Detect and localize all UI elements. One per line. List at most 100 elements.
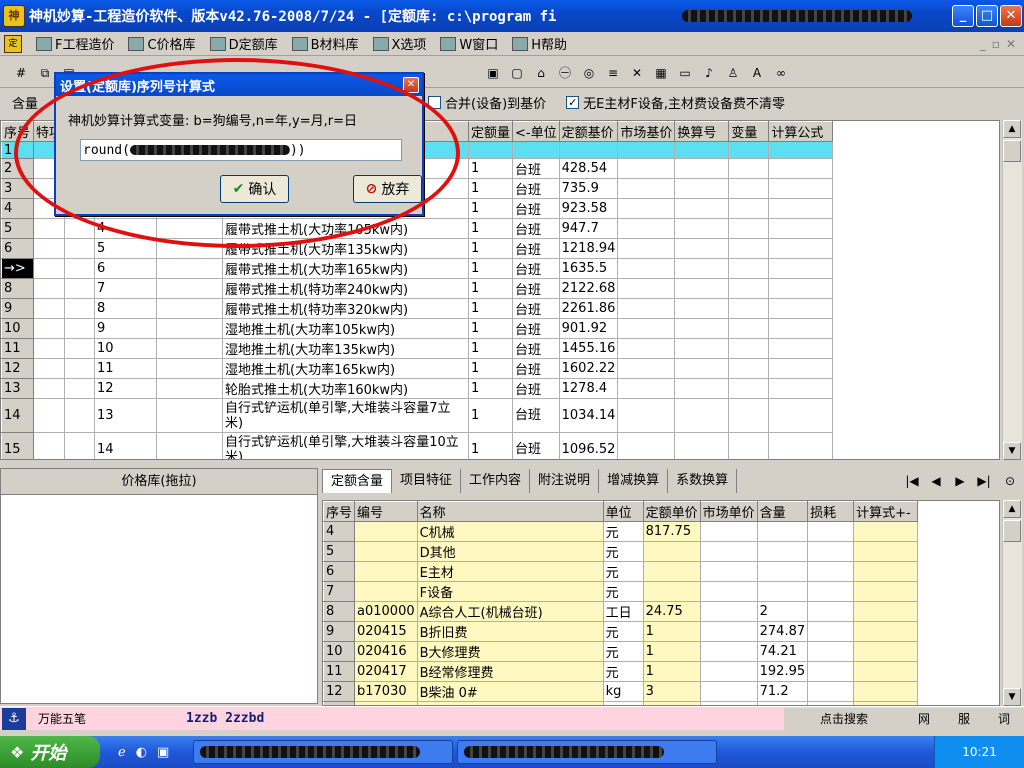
cell-loss[interactable] (807, 661, 855, 682)
cell-base[interactable]: 735.9 (558, 178, 619, 199)
cell[interactable] (768, 358, 834, 379)
cell[interactable] (32, 318, 66, 339)
cell-qty[interactable]: 1 (468, 318, 514, 339)
cell[interactable] (728, 432, 770, 459)
home-icon[interactable]: ⌂ (530, 61, 552, 84)
cell-loss[interactable] (807, 561, 855, 582)
row-header[interactable]: 4 (323, 521, 356, 542)
open-icon[interactable]: ▢ (506, 61, 528, 84)
menu-item-5[interactable]: W窗口 (440, 34, 498, 53)
cell-price[interactable]: 1 (642, 621, 701, 642)
row-header[interactable]: 11 (323, 661, 356, 682)
cell[interactable] (617, 158, 676, 179)
cell-base[interactable]: 901.92 (558, 318, 619, 339)
cell[interactable] (768, 198, 834, 219)
monitor-icon[interactable]: ▭ (674, 61, 696, 84)
dialog-close-icon[interactable]: ✕ (403, 77, 419, 93)
table-row[interactable]: 8 7 履带式推土机(特功率240kw内) 1 台班 2122.68 (1, 278, 834, 299)
cell[interactable] (32, 298, 66, 319)
cell-qty[interactable] (468, 141, 514, 159)
scroll-up-icon[interactable]: ▲ (1003, 120, 1021, 138)
quota-content-grid[interactable]: 序号 编号 名称 单位 定额单价 市场单价 含量 损耗 计算式+- 4 C机械元 817.75 5 D其… (322, 500, 1000, 706)
row-header[interactable]: 5 (1, 218, 34, 239)
cell[interactable]: 14 (94, 432, 158, 459)
cell-unit[interactable]: 元 (602, 621, 644, 642)
cell[interactable] (156, 398, 224, 433)
cell-name[interactable]: B大修理费 (416, 641, 604, 662)
status-net[interactable]: 网 (918, 708, 930, 730)
cell[interactable] (64, 358, 96, 379)
tab-0[interactable]: 定额含量 (322, 469, 393, 493)
cell-code[interactable] (354, 541, 418, 562)
cell[interactable] (32, 398, 66, 433)
cell[interactable] (617, 432, 676, 459)
table-row[interactable]: 5 4 履带式推土机(大功率105kw内) 1 台班 947.7 (1, 218, 834, 239)
row-header[interactable]: 2 (1, 158, 34, 179)
refresh-icon[interactable]: ⊙ (998, 474, 1022, 488)
cell-unit[interactable]: 元 (602, 521, 644, 542)
ie-icon[interactable]: ℯ (118, 745, 126, 760)
cell-name[interactable]: 履带式推土机(大功率165kw内) (222, 258, 470, 279)
cell[interactable] (64, 432, 96, 459)
menu-item-1[interactable]: C价格库 (128, 34, 196, 53)
cell[interactable] (768, 141, 834, 159)
cell[interactable] (674, 318, 730, 339)
cell[interactable] (156, 432, 224, 459)
cell[interactable] (728, 338, 770, 359)
cell-unit[interactable]: 台班 (512, 338, 560, 359)
cell-formula[interactable] (853, 681, 919, 702)
table-row[interactable]: 6 5 履带式推土机(大功率135kw内) 1 台班 1218.94 (1, 238, 834, 259)
cell[interactable] (728, 258, 770, 279)
cell-unit[interactable]: 元 (602, 661, 644, 682)
cell-unit[interactable]: 台班 (512, 218, 560, 239)
cell-base[interactable]: 428.54 (558, 158, 619, 179)
cell[interactable] (674, 178, 730, 199)
cell-base[interactable]: 1602.22 (558, 358, 619, 379)
row-header[interactable]: 7 (323, 581, 356, 602)
cell-qty[interactable]: 274.87 (756, 621, 809, 642)
list-item[interactable]: 7 F设备元 (323, 581, 919, 602)
cell[interactable] (64, 398, 96, 433)
cell-qty[interactable] (756, 541, 809, 562)
last-record-icon[interactable]: ▶| (972, 474, 996, 488)
cell-qty[interactable]: 1 (468, 198, 514, 219)
cell-qty[interactable]: 1 (468, 298, 514, 319)
row-header[interactable]: 9 (323, 621, 356, 642)
cell-code[interactable]: a010000 (354, 601, 418, 622)
list-item[interactable]: 5 D其他元 (323, 541, 919, 562)
cell[interactable] (617, 398, 676, 433)
grid-icon[interactable]: # (10, 61, 32, 84)
cell-formula[interactable] (853, 521, 919, 542)
list-item[interactable]: 12 b17030 B柴油 0# kg 3 71.2 (323, 681, 919, 702)
cell[interactable] (728, 278, 770, 299)
cell[interactable] (728, 318, 770, 339)
cell-qty[interactable]: 1 (468, 278, 514, 299)
list-item[interactable]: 10 020416 B大修理费元 1 74.21 (323, 641, 919, 662)
cell-mprice[interactable] (699, 681, 758, 702)
tab-2[interactable]: 工作内容 (461, 469, 531, 493)
cell[interactable] (64, 298, 96, 319)
cell[interactable] (617, 378, 676, 399)
cell[interactable] (617, 141, 676, 159)
row-header[interactable]: 4 (1, 198, 34, 219)
cell[interactable] (728, 238, 770, 259)
cell-loss[interactable] (807, 641, 855, 662)
cell[interactable] (768, 318, 834, 339)
cell[interactable] (674, 198, 730, 219)
calculator-icon[interactable]: ▦ (650, 61, 672, 84)
cell[interactable] (32, 218, 66, 239)
cell[interactable]: 12 (94, 378, 158, 399)
cell-price[interactable]: 3 (642, 681, 701, 702)
cell[interactable] (768, 238, 834, 259)
cell-loss[interactable] (807, 581, 855, 602)
row-header[interactable]: 9 (1, 298, 34, 319)
cell-base[interactable] (558, 141, 619, 159)
start-button[interactable]: ❖ 开始 (0, 736, 100, 768)
cell-base[interactable]: 1096.52 (558, 432, 619, 459)
cell[interactable] (617, 178, 676, 199)
cell[interactable] (156, 298, 224, 319)
sub-scroll-up-icon[interactable]: ▲ (1003, 500, 1021, 518)
row-header[interactable]: 8 (1, 278, 34, 299)
cell-code[interactable]: 020416 (354, 641, 418, 662)
cell-name[interactable]: 自行式铲运机(单引擎,大堆装斗容量10立米) (222, 432, 470, 459)
